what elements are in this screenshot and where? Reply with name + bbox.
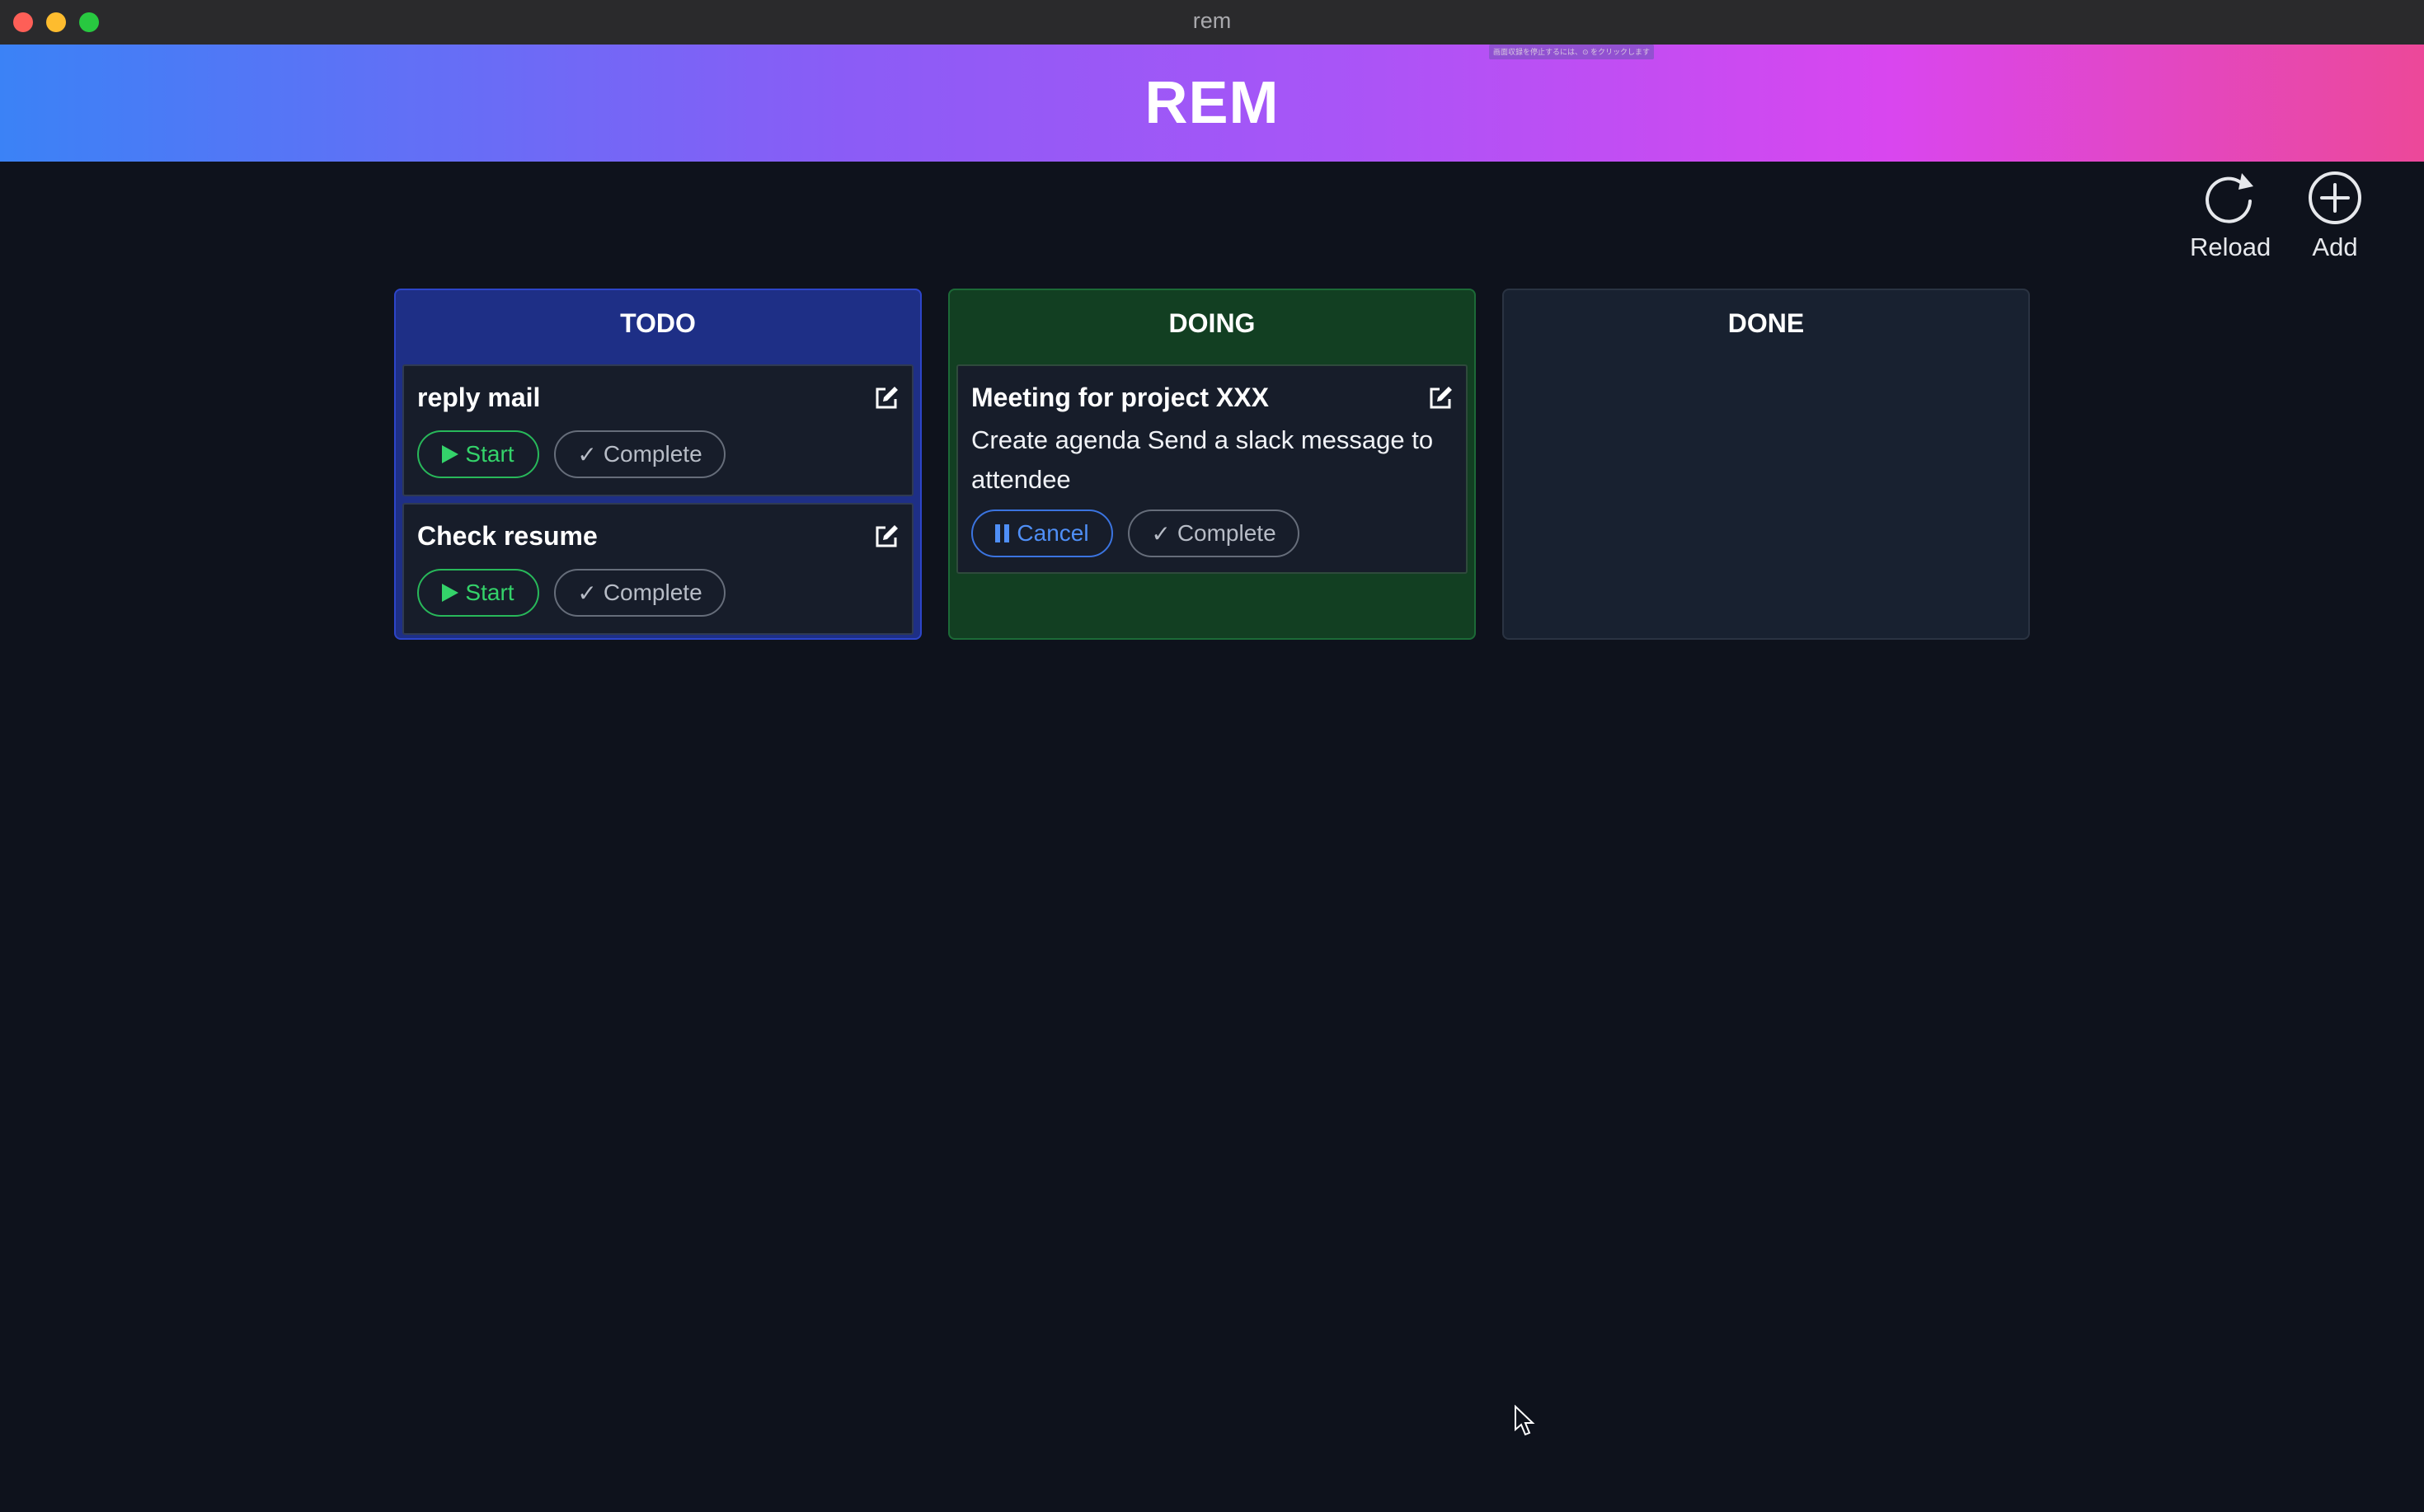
start-button-label: Start — [465, 441, 514, 467]
check-icon: ✓ — [1151, 520, 1171, 547]
task-title: reply mail — [417, 383, 541, 412]
column-title: DONE — [1727, 308, 1805, 338]
task-card[interactable]: reply mail Start ✓ Complete — [402, 364, 914, 496]
complete-button-label: Complete — [603, 580, 702, 605]
pause-icon — [995, 524, 1010, 542]
complete-button[interactable]: ✓ Complete — [1128, 509, 1299, 557]
screen-recording-note: 画面収録を停止するには、⊙ をクリックします — [1489, 45, 1654, 59]
reload-label: Reload — [2190, 232, 2271, 261]
start-button[interactable]: Start — [417, 430, 539, 478]
window-titlebar: rem — [0, 0, 2424, 45]
complete-button-label: Complete — [603, 441, 702, 467]
column-todo: TODO reply mail Start ✓ Complete Check r… — [394, 289, 922, 640]
check-icon: ✓ — [577, 580, 597, 606]
start-button-label: Start — [465, 580, 514, 605]
column-title: DOING — [1168, 308, 1256, 338]
task-title: Meeting for project XXX — [971, 383, 1269, 412]
reload-icon — [2206, 173, 2254, 223]
task-description: Create agenda Send a slack message to at… — [971, 425, 1434, 494]
column-done: DONE — [1502, 289, 2030, 640]
edit-icon[interactable] — [872, 523, 900, 551]
add-circle-icon — [2309, 171, 2361, 224]
play-icon — [442, 584, 459, 602]
start-button[interactable]: Start — [417, 569, 539, 617]
task-title: Check resume — [417, 521, 598, 551]
edit-icon[interactable] — [872, 384, 900, 412]
edit-icon[interactable] — [1426, 384, 1454, 412]
play-icon — [442, 445, 459, 463]
reload-button[interactable]: Reload — [2190, 168, 2271, 262]
column-title: TODO — [620, 308, 696, 338]
task-card[interactable]: Check resume Start ✓ Complete — [402, 503, 914, 635]
cancel-button[interactable]: Cancel — [971, 509, 1113, 557]
header-banner: REM — [0, 45, 2424, 162]
add-button[interactable]: Add — [2305, 168, 2365, 262]
cancel-button-label: Cancel — [1017, 520, 1089, 546]
mouse-cursor-icon — [1515, 1405, 1535, 1436]
complete-button[interactable]: ✓ Complete — [554, 430, 726, 478]
check-icon: ✓ — [577, 441, 597, 467]
complete-button[interactable]: ✓ Complete — [554, 569, 726, 617]
add-label: Add — [2312, 232, 2358, 261]
column-doing: DOING Meeting for project XXX Create age… — [948, 289, 1476, 640]
complete-button-label: Complete — [1177, 520, 1276, 546]
window-title: rem — [1192, 8, 1232, 33]
task-card[interactable]: Meeting for project XXX Create agenda Se… — [956, 364, 1468, 574]
app-brand: REM — [1144, 70, 1280, 136]
